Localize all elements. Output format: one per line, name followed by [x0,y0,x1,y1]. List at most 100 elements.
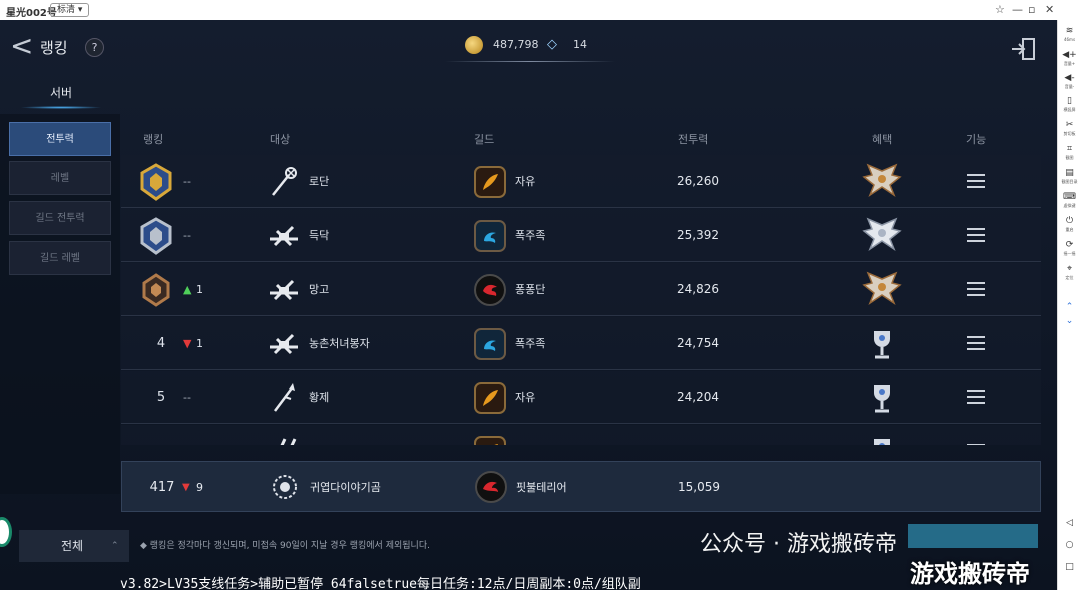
rank-change-indicator: -- [183,391,191,404]
android-recent-icon[interactable]: □ [1058,562,1080,573]
quality-select[interactable]: 标清 ▾ [50,3,90,17]
cross-weapon-icon [267,273,301,307]
category-guild-level[interactable]: 길드 레벨 [9,241,111,275]
menu-icon[interactable] [967,444,985,445]
category-power[interactable]: 전투력 [9,122,111,156]
gold-amount: 487,798 [493,38,539,51]
guild-name: 자유 [515,175,536,188]
my-ranking-row[interactable]: 417 ▼ 9 귀엽다이야기곰 핏불테리어 15,059 [121,461,1041,512]
rank-change-indicator: -- [183,229,191,242]
currency-divider [445,61,615,62]
chevron-up-icon[interactable]: ⌃ [1058,302,1080,313]
combat-power: 24,826 [677,282,719,296]
diamond-icon: ◇ [547,37,557,52]
folder-icon[interactable]: ▤ 截图目录 [1058,168,1080,184]
header-power: 전투력 [678,133,709,146]
table-row[interactable]: ▲ 1 망고 퐁퐁단 24,826 [121,263,1041,316]
guild-name: 폭주족 [515,337,546,350]
header-target: 대상 [270,133,291,146]
rotate-icon[interactable]: ▯ 横竖屏 [1058,96,1080,112]
my-change-value: 9 [196,481,203,494]
rank-change-indicator: -- [183,425,191,445]
player-name: 득닥 [309,229,330,242]
table-row[interactable]: -- 득닥 폭주족 25,392 [121,209,1041,262]
exit-icon[interactable] [1010,37,1038,60]
menu-icon[interactable] [967,282,985,296]
volume-down-icon[interactable]: ◀- 音量- [1058,73,1080,89]
menu-icon[interactable] [967,336,985,350]
reward-wings-gold-icon[interactable] [861,161,903,203]
staff-weapon-icon [267,165,301,199]
rank-badge-gold-icon [138,163,174,201]
close-button[interactable]: ✕ [1045,3,1054,16]
filter-all-label: 전체 [61,539,84,553]
scissors-icon[interactable]: ✂ 剪切板 [1058,120,1080,136]
game-screen: < 랭킹 ? 487,798 ◇ 1 4 서버 전투력 레벨 길드 전투력 길드 … [0,20,1057,590]
volume-up-icon[interactable]: ◀+ 音量+ [1058,50,1080,66]
combat-power: 26,260 [677,174,719,188]
android-back-icon[interactable]: ◁ [1058,518,1080,529]
guild-name: 퐁퐁단 [515,283,546,296]
rank-change-value: 1 [196,283,203,296]
back-arrow-icon[interactable]: < [10,32,33,60]
maximize-button[interactable]: ▫ [1028,3,1035,16]
obscured-button[interactable] [908,524,1038,548]
minimize-button[interactable]: — [1012,3,1023,16]
rank-change-indicator: -- [183,175,191,188]
header-guild: 길드 [474,133,495,146]
menu-icon[interactable] [967,228,985,242]
reward-wings-silver-icon[interactable] [861,215,903,257]
reward-wings-gold-icon[interactable] [861,269,903,311]
combat-power: 25,392 [677,228,719,242]
keyboard-icon[interactable]: ⌨ 虚拟键 [1058,192,1080,208]
power-icon[interactable]: ⏻ 重启 [1058,216,1080,232]
cross-weapon-icon [267,327,301,361]
category-level[interactable]: 레벨 [9,161,111,195]
server-tab[interactable]: 서버 [20,84,102,109]
player-name: 망고 [309,283,330,296]
header-rank: 랭킹 [143,133,164,146]
rank-number: 4 [156,336,166,351]
table-row[interactable]: 6-- 블랙 자유 23,899 [121,425,1041,445]
emulator-toolbar: ≋ 46ms ◀+ 音量+ ◀- 音量- ▯ 横竖屏 ✂ 剪切板 ⌗ 截图 ▤ 截图目录 ⌨ 虚… [1057,20,1080,590]
reward-trophy-icon[interactable] [861,431,903,445]
ranking-notice: ◆ 랭킹은 정각마다 갱신되며, 미접속 90일이 지날 경우 랭킹에서 제외됩… [140,541,430,551]
table-row[interactable]: 5 -- 황제 자유 24,204 [121,371,1041,424]
my-rank: 417 [149,480,175,495]
pin-icon[interactable]: ☆ [995,3,1005,16]
menu-icon[interactable] [967,390,985,404]
location-icon[interactable]: ⌖ 定位 [1058,264,1080,280]
watermark-large: 游戏搬砖帝 [910,560,1030,588]
category-guild-power[interactable]: 길드 전투력 [9,201,111,235]
table-row[interactable]: 4 ▼ 1 농촌처녀봉자 폭주족 24,754 [121,317,1041,370]
my-guild-icon [475,471,507,503]
player-name: 로단 [309,175,330,188]
menu-icon[interactable] [967,174,985,188]
android-home-icon[interactable]: ○ [1058,540,1080,551]
guild-dragon-red-icon [474,274,506,306]
my-name: 귀엽다이야기곰 [310,481,381,494]
caret-up-icon: ⌃ [111,541,119,551]
guild-dragon-blue-icon [474,220,506,252]
crop-icon[interactable]: ⌗ 截图 [1058,144,1080,160]
player-name: 농촌처녀봉자 [309,337,370,350]
help-button[interactable]: ? [85,38,104,57]
header-reward: 혜택 [872,133,893,146]
gold-coin-icon [465,36,483,54]
chevron-down-icon[interactable]: ⌄ [1058,316,1080,327]
shake-icon[interactable]: ⟳ 摇一摇 [1058,240,1080,256]
rank-badge-bronze-icon [138,271,174,309]
my-change-arrow: ▼ [182,482,190,493]
debug-overlay-text: v3.82>LV35支线任务>辅助已暂停 64falsetrue每日任务:12点… [120,577,641,590]
filter-all-button[interactable]: 전체 ⌃ [19,530,129,562]
reward-trophy-icon[interactable] [861,377,903,419]
guild-name: 자유 [515,425,535,445]
rank-badge-silver-icon [138,217,174,255]
reward-trophy-icon[interactable] [861,323,903,365]
cross-weapon-icon [267,219,301,253]
guild-name: 자유 [515,391,536,404]
table-row[interactable]: -- 로단 자유 26,260 [121,155,1041,208]
rank-number: 6 [139,425,183,445]
guild-feather-icon [474,436,506,445]
header-function: 기능 [966,133,987,146]
